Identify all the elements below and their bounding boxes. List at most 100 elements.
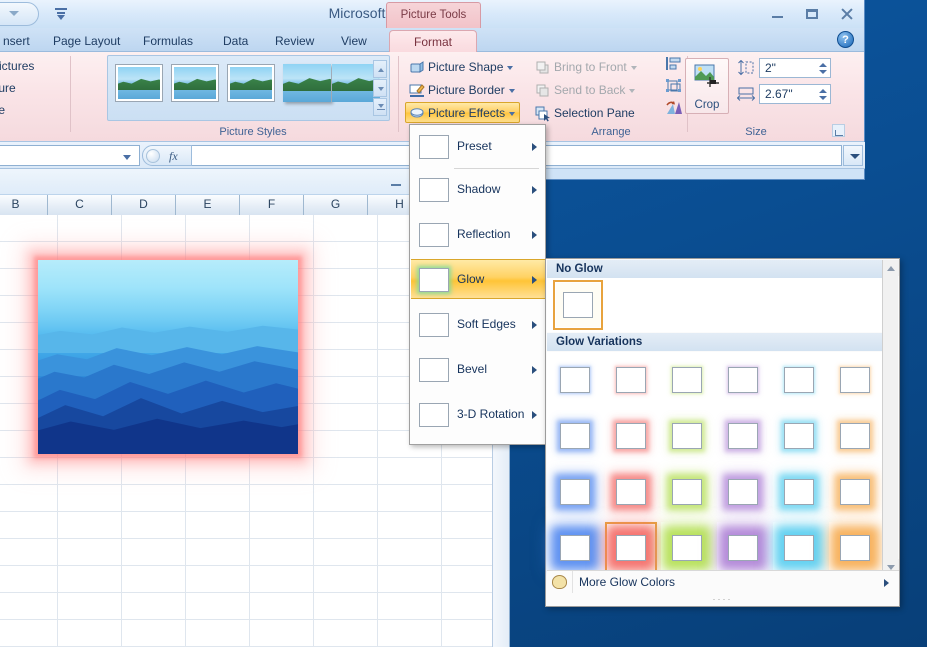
expand-formula-bar-button[interactable] xyxy=(843,145,863,166)
adjust-command-list: Compress Pictures Change Picture Reset P… xyxy=(0,55,34,121)
column-header-b[interactable]: B xyxy=(0,195,48,215)
picture-styles-gallery[interactable] xyxy=(107,55,390,121)
glow-variation-swatch[interactable] xyxy=(773,522,825,574)
picture-shape-button[interactable]: Picture Shape xyxy=(405,56,518,77)
picture-style-thumb-1[interactable] xyxy=(115,64,163,102)
ribbon-group-size: Crop 2" 2.67" Size xyxy=(671,52,861,140)
adjust-group-title: st xyxy=(0,126,71,138)
shape-width-stepper[interactable] xyxy=(817,86,828,103)
workbook-minimize-button[interactable] xyxy=(389,175,405,189)
shape-width-icon xyxy=(736,86,756,105)
resize-grip-icon[interactable]: ···· xyxy=(546,594,899,604)
glow-gallery-scrollbar[interactable] xyxy=(882,260,899,575)
chevron-down-icon[interactable] xyxy=(123,155,131,160)
picture-style-thumb-4[interactable] xyxy=(283,64,331,102)
glow-variation-swatch[interactable] xyxy=(773,354,825,406)
menu-item-reflection-label: Reflection xyxy=(457,227,511,241)
glow-variation-swatch[interactable] xyxy=(717,466,769,518)
gallery-scroll-up-button[interactable] xyxy=(373,60,387,78)
name-box[interactable]: ure 2 xyxy=(0,145,140,166)
glow-variation-swatch[interactable] xyxy=(661,466,713,518)
glow-scroll-up-button[interactable] xyxy=(883,260,899,276)
column-header-c[interactable]: C xyxy=(48,195,112,215)
bring-to-front-button[interactable]: Bring to Front xyxy=(531,56,642,77)
glow-variation-swatch[interactable] xyxy=(829,466,881,518)
no-glow-swatch[interactable] xyxy=(553,280,603,330)
glow-variation-swatch[interactable] xyxy=(773,410,825,462)
glow-variation-swatch[interactable] xyxy=(605,522,657,574)
glow-variation-swatch[interactable] xyxy=(661,354,713,406)
tab-format[interactable]: Format xyxy=(389,30,477,54)
glow-variation-swatch[interactable] xyxy=(605,354,657,406)
shape-width-input[interactable]: 2.67" xyxy=(759,84,831,104)
glow-variation-thumb-icon xyxy=(784,479,814,505)
glow-variation-swatch[interactable] xyxy=(829,354,881,406)
glow-gallery-panel: No Glow Glow Variations More Glow Colors… xyxy=(545,258,900,607)
menu-item-glow[interactable]: Glow xyxy=(411,259,546,299)
shape-height-value: 2" xyxy=(765,61,776,75)
close-button[interactable] xyxy=(836,6,856,22)
tab-insert[interactable]: nsert xyxy=(0,30,40,54)
tab-view[interactable]: View xyxy=(331,30,377,54)
glow-variation-swatch[interactable] xyxy=(717,410,769,462)
glow-variation-swatch[interactable] xyxy=(549,354,601,406)
selection-pane-button[interactable]: Selection Pane xyxy=(531,102,640,123)
glow-variation-swatch[interactable] xyxy=(549,522,601,574)
shape-height-stepper[interactable] xyxy=(817,60,828,77)
picture-style-thumb-2[interactable] xyxy=(171,64,219,102)
menu-item-shadow[interactable]: Shadow xyxy=(411,170,546,210)
tab-page-layout[interactable]: Page Layout xyxy=(43,30,130,54)
maximize-button[interactable] xyxy=(802,6,822,22)
gallery-scroll-down-button[interactable] xyxy=(373,79,387,97)
column-header-g[interactable]: G xyxy=(304,195,368,215)
size-dialog-launcher[interactable] xyxy=(832,124,845,137)
picture-style-thumb-3[interactable] xyxy=(227,64,275,102)
column-header-e[interactable]: E xyxy=(176,195,240,215)
menu-item-3d-rotation-label: 3-D Rotation xyxy=(457,407,525,421)
menu-item-reflection[interactable]: Reflection xyxy=(411,215,546,255)
glow-variation-swatch[interactable] xyxy=(549,410,601,462)
send-to-back-button[interactable]: Send to Back xyxy=(531,79,640,100)
menu-item-bevel[interactable]: Bevel xyxy=(411,350,546,390)
picture-effects-button[interactable]: Picture Effects xyxy=(405,102,521,123)
glow-variation-swatch[interactable] xyxy=(829,410,881,462)
selection-pane-icon xyxy=(535,106,551,122)
column-header-f[interactable]: F xyxy=(240,195,304,215)
tab-formulas[interactable]: Formulas xyxy=(133,30,203,54)
reset-picture-button[interactable]: Reset Picture xyxy=(0,99,34,121)
glow-variation-swatch[interactable] xyxy=(717,522,769,574)
glow-variation-swatch[interactable] xyxy=(829,522,881,574)
chevron-down-icon xyxy=(508,89,515,93)
column-header-d[interactable]: D xyxy=(112,195,176,215)
glow-variation-swatch[interactable] xyxy=(605,410,657,462)
glow-variation-thumb-icon xyxy=(560,479,590,505)
menu-item-3d-rotation[interactable]: 3-D Rotation xyxy=(411,395,546,435)
compress-pictures-button[interactable]: Compress Pictures xyxy=(0,55,34,77)
tab-data[interactable]: Data xyxy=(213,30,258,54)
glow-variation-swatch[interactable] xyxy=(661,522,713,574)
shape-height-input[interactable]: 2" xyxy=(759,58,831,78)
selected-picture[interactable] xyxy=(38,260,298,454)
glow-variation-swatch[interactable] xyxy=(773,466,825,518)
menu-item-preset[interactable]: Preset xyxy=(411,127,546,167)
tab-review[interactable]: Review xyxy=(265,30,324,54)
glow-variation-swatch[interactable] xyxy=(549,466,601,518)
picture-styles-group-title: Picture Styles xyxy=(219,126,287,138)
more-glow-colors-row[interactable]: More Glow Colors xyxy=(547,570,899,593)
glow-variation-swatch[interactable] xyxy=(661,410,713,462)
glow-variation-swatch[interactable] xyxy=(717,354,769,406)
help-icon[interactable]: ? xyxy=(837,31,854,48)
ribbon-group-adjust: Compress Pictures Change Picture Reset P… xyxy=(0,52,71,140)
insert-function-button[interactable]: fx xyxy=(142,145,192,166)
change-picture-button[interactable]: Change Picture xyxy=(0,77,34,99)
submenu-arrow-icon xyxy=(532,186,537,194)
ribbon-group-picture-styles: Picture Styles xyxy=(107,52,399,140)
minimize-button[interactable] xyxy=(768,6,788,22)
no-glow-header: No Glow xyxy=(547,260,883,278)
glow-variation-thumb-icon xyxy=(616,367,646,393)
menu-item-soft-edges[interactable]: Soft Edges xyxy=(411,305,546,345)
gallery-more-button[interactable] xyxy=(373,98,387,116)
crop-button[interactable]: Crop xyxy=(685,58,729,114)
glow-variation-swatch[interactable] xyxy=(605,466,657,518)
picture-border-button[interactable]: Picture Border xyxy=(405,79,520,100)
